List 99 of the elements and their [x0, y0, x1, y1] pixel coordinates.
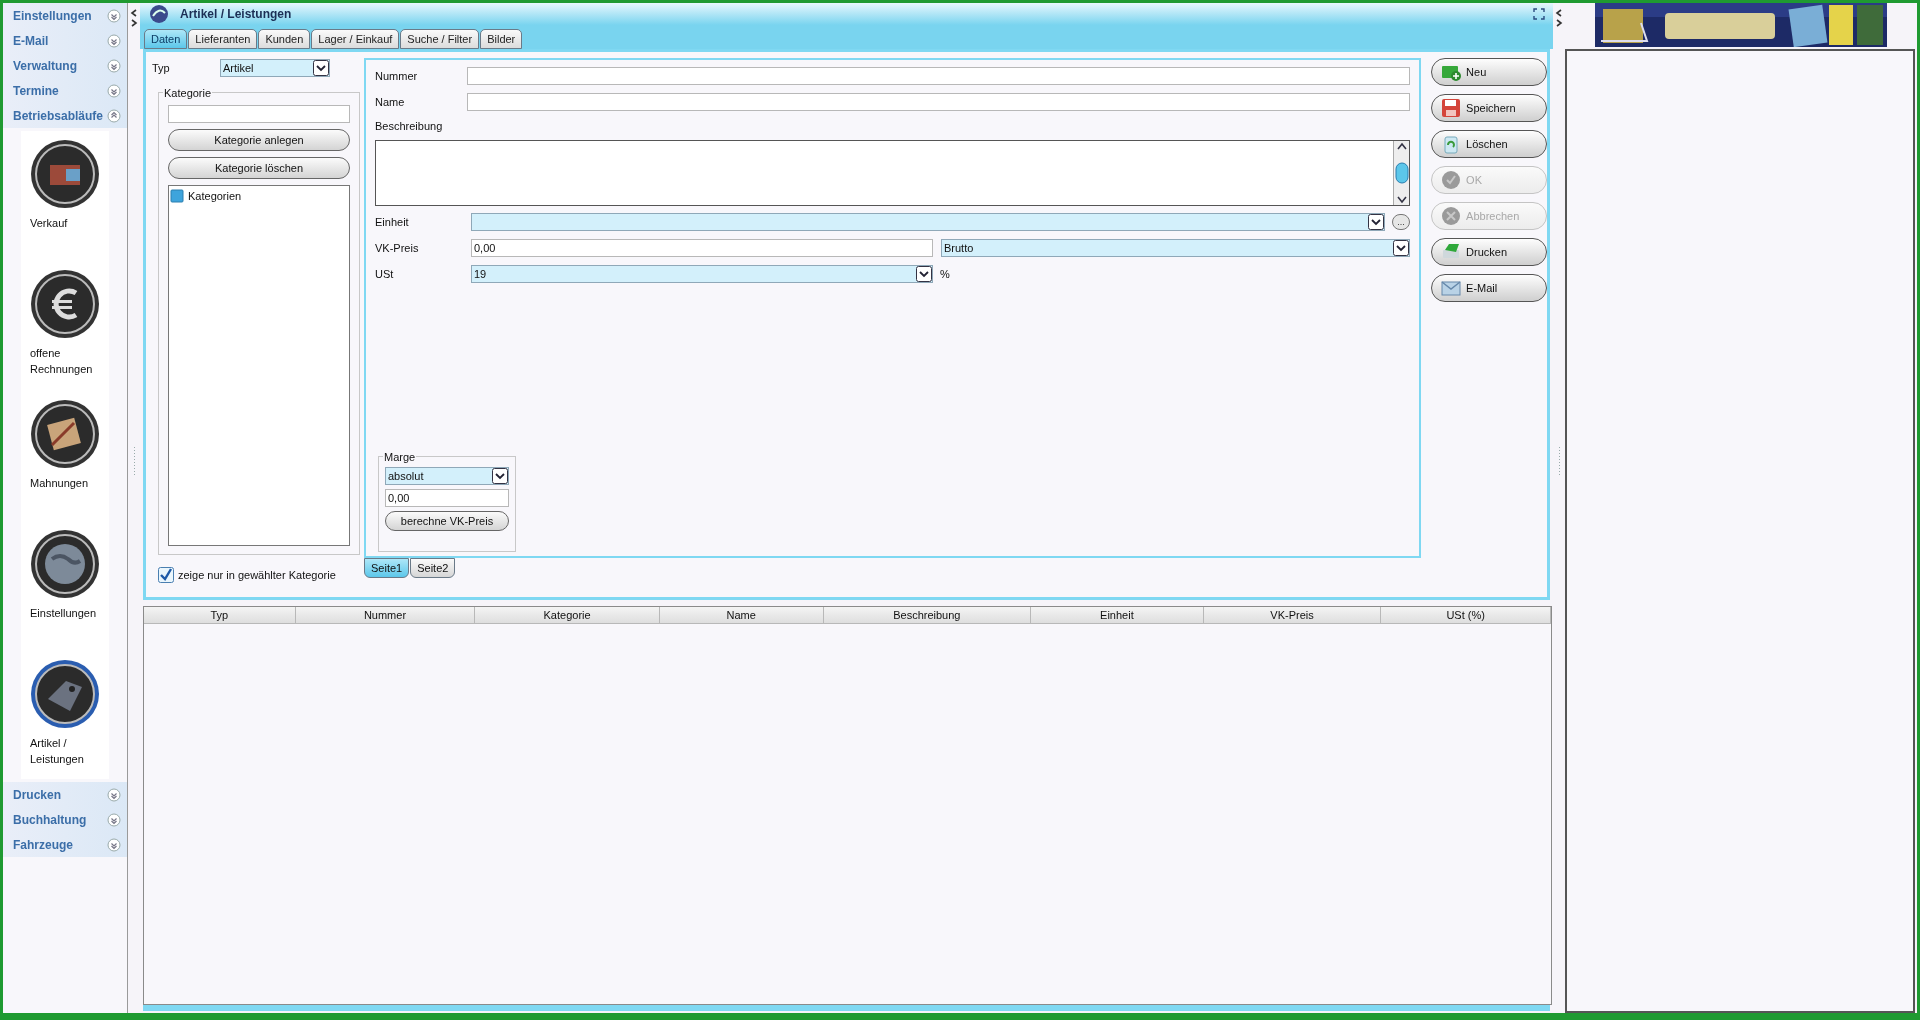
column-header[interactable]: Nummer: [295, 607, 476, 623]
chevron-down-icon: [313, 60, 329, 76]
column-header[interactable]: Einheit: [1031, 607, 1204, 623]
action-button[interactable]: Drucken: [1431, 238, 1547, 266]
input-field[interactable]: 0,00: [385, 489, 509, 507]
box-icon[interactable]: [30, 139, 100, 209]
nav-item-label[interactable]: Mahnungen: [30, 475, 100, 491]
scroll-down-icon[interactable]: [1395, 195, 1408, 205]
input-field[interactable]: [467, 93, 1411, 111]
dropdown[interactable]: absolut: [385, 467, 509, 485]
button[interactable]: Kategorie löschen: [168, 157, 350, 179]
tab[interactable]: Suche / Filter: [400, 29, 480, 49]
sidebar-section[interactable]: Verwaltung: [3, 53, 127, 78]
chevron-right-icon[interactable]: [1555, 19, 1563, 27]
nav-item-label[interactable]: Einstellungen: [30, 605, 100, 621]
expand-icon: [107, 812, 121, 827]
chevron-down-icon: [1393, 240, 1410, 256]
sidebar-section[interactable]: Einstellungen: [3, 3, 127, 28]
action-button[interactable]: Speichern: [1431, 94, 1547, 122]
column-header[interactable]: Beschreibung: [823, 607, 1032, 623]
field-label: USt: [375, 266, 395, 282]
dropdown[interactable]: Brutto: [941, 239, 1411, 257]
column-header[interactable]: Kategorie: [475, 607, 660, 623]
section-label: E-Mail: [13, 32, 49, 50]
field-label: Nummer: [375, 68, 419, 84]
sidebar-section[interactable]: E-Mail: [3, 28, 127, 53]
page-tab[interactable]: Seite2: [410, 558, 456, 578]
input-field[interactable]: [168, 105, 350, 123]
column-header[interactable]: VK-Preis: [1203, 607, 1382, 623]
expand-icon: [107, 33, 121, 48]
tree-item[interactable]: Kategorien: [188, 187, 242, 205]
field-label: Name: [375, 94, 406, 110]
input-field[interactable]: [467, 67, 1411, 85]
tab[interactable]: Lager / Einkauf: [311, 29, 400, 49]
chevron-down-icon: [492, 468, 508, 484]
check-icon: [1440, 169, 1463, 191]
tab[interactable]: Bilder: [480, 29, 523, 49]
tag-icon[interactable]: [30, 659, 100, 729]
checkbox[interactable]: [158, 567, 174, 584]
splitter-handle-icon[interactable]: [132, 447, 136, 477]
dropdown[interactable]: Artikel: [220, 59, 330, 77]
chevron-left-icon[interactable]: [130, 9, 138, 17]
section-label: Fahrzeuge: [13, 836, 73, 854]
action-button[interactable]: E-Mail: [1431, 274, 1547, 302]
field-label: Beschreibung: [375, 119, 444, 134]
sidebar-section[interactable]: Termine: [3, 78, 127, 103]
expand-icon: [107, 787, 121, 802]
sidebar-section[interactable]: Buchhaltung: [3, 807, 127, 832]
expand-icon: [107, 837, 121, 852]
column-header[interactable]: Typ: [144, 607, 296, 623]
section-label: Drucken: [13, 786, 62, 804]
scroll-up-icon[interactable]: [1395, 141, 1408, 151]
euro-icon[interactable]: [30, 269, 100, 339]
column-header[interactable]: USt (%): [1381, 607, 1551, 623]
maximize-icon[interactable]: [1533, 8, 1545, 20]
page-tab[interactable]: Seite1: [364, 558, 410, 578]
note-icon[interactable]: [30, 399, 100, 469]
scroll-thumb-icon[interactable]: [1394, 162, 1409, 184]
section-label: Termine: [13, 82, 59, 100]
field-label: Typ: [151, 60, 171, 76]
section-label: Einstellungen: [13, 7, 92, 25]
section-label: Betriebsabläufe: [13, 107, 104, 125]
chevron-right-icon[interactable]: [130, 19, 138, 27]
checkbox-label: zeige nur in gewählter Kategorie: [178, 568, 336, 583]
button[interactable]: Kategorie anlegen: [168, 129, 350, 151]
nav-item-label[interactable]: Verkauf: [30, 215, 100, 231]
unit-label: %: [940, 266, 950, 282]
globe-icon[interactable]: [30, 529, 100, 599]
tab[interactable]: Lieferanten: [188, 29, 258, 49]
button[interactable]: berechne VK-Preis: [385, 511, 509, 531]
app-logo-icon: [148, 4, 170, 24]
sidebar-section[interactable]: Betriebsabläufe: [3, 103, 127, 128]
sidebar-section[interactable]: Fahrzeuge: [3, 832, 127, 857]
dropdown[interactable]: 19: [471, 265, 933, 283]
sidebar-section[interactable]: Drucken: [3, 782, 127, 807]
nav-item-label[interactable]: Artikel / Leistungen: [30, 735, 100, 767]
field-label: VK-Preis: [375, 240, 420, 256]
action-button[interactable]: Löschen: [1431, 130, 1547, 158]
section-label: Verwaltung: [13, 57, 77, 75]
chevron-down-icon: [916, 266, 932, 282]
expand-icon: [107, 83, 121, 98]
chevron-down-icon: [1368, 214, 1385, 230]
input-field[interactable]: 0,00: [471, 239, 933, 257]
text-area[interactable]: [375, 140, 1411, 206]
field-label: Einheit: [375, 214, 410, 230]
tab[interactable]: Daten: [144, 29, 188, 49]
column-header[interactable]: Name: [659, 607, 824, 623]
window-title: Artikel / Leistungen: [180, 6, 292, 23]
collapse-icon: [107, 108, 121, 123]
splitter-handle-icon[interactable]: [1557, 447, 1561, 477]
close-icon: [1440, 205, 1463, 227]
expand-icon: [107, 58, 121, 73]
expand-icon: [107, 8, 121, 23]
tab[interactable]: Kunden: [258, 29, 311, 49]
nav-item-label[interactable]: offene Rechnungen: [30, 345, 100, 377]
action-button[interactable]: Neu: [1431, 58, 1547, 86]
section-label: Buchhaltung: [13, 811, 87, 829]
more-button[interactable]: ...: [1392, 214, 1411, 230]
chevron-left-icon[interactable]: [1555, 9, 1563, 17]
